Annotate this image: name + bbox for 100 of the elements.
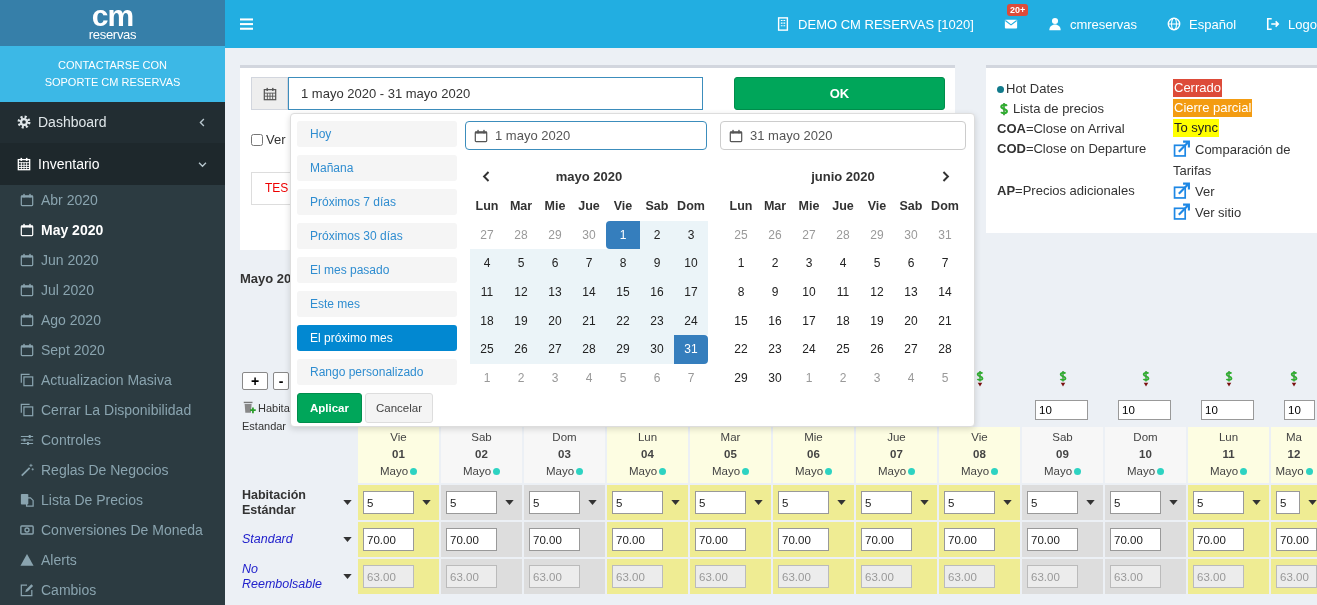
calendar-day[interactable]: 28 bbox=[928, 334, 962, 364]
submenu-item[interactable]: Lista De Precios bbox=[0, 485, 225, 515]
availability-field[interactable]: 5 bbox=[1110, 491, 1161, 514]
calendar-day[interactable]: 30 bbox=[758, 363, 792, 393]
availability-field[interactable]: 5 bbox=[695, 491, 746, 514]
availability-field[interactable]: 5 bbox=[861, 491, 912, 514]
count-field[interactable]: 10 bbox=[1201, 400, 1254, 420]
submenu-item[interactable]: Reglas De Negocios bbox=[0, 455, 225, 485]
range-option[interactable]: El próximo mes bbox=[297, 325, 457, 351]
calendar-day[interactable]: 12 bbox=[504, 277, 538, 307]
add-button[interactable]: + bbox=[242, 371, 268, 390]
caret-icon[interactable] bbox=[754, 500, 763, 505]
calendar-day[interactable]: 11 bbox=[826, 277, 860, 307]
calendar-day[interactable]: 31 bbox=[674, 334, 708, 364]
price-field[interactable]: 70.00 bbox=[363, 528, 414, 551]
legend-link[interactable]: Comparación de Tarifas bbox=[1173, 139, 1305, 181]
calendar-day[interactable]: 18 bbox=[826, 306, 860, 335]
calendar-day[interactable]: 13 bbox=[894, 277, 928, 307]
caret-icon[interactable] bbox=[1252, 500, 1261, 505]
calendar-day[interactable]: 8 bbox=[606, 249, 640, 278]
price-field[interactable]: 70.00 bbox=[1276, 528, 1317, 551]
caret-icon[interactable] bbox=[1003, 500, 1012, 505]
calendar-day[interactable]: 20 bbox=[894, 306, 928, 335]
calendar-day[interactable]: 29 bbox=[724, 363, 758, 393]
submenu-item[interactable]: Jul 2020 bbox=[0, 275, 225, 305]
calendar-day[interactable]: 14 bbox=[928, 277, 962, 307]
calendar-day[interactable]: 7 bbox=[572, 249, 606, 278]
calendar-day[interactable]: 6 bbox=[538, 249, 572, 278]
submenu-item[interactable]: Conversiones De Moneda bbox=[0, 515, 225, 545]
submenu-item[interactable]: Actualizacion Masiva bbox=[0, 365, 225, 395]
calendar-day[interactable]: 16 bbox=[758, 306, 792, 335]
calendar-day[interactable]: 14 bbox=[572, 277, 606, 307]
calendar-day[interactable]: 18 bbox=[470, 306, 504, 335]
caret-icon[interactable] bbox=[343, 537, 352, 542]
calendar-day[interactable]: 9 bbox=[758, 277, 792, 307]
availability-field[interactable]: 5 bbox=[446, 491, 497, 514]
count-field[interactable]: 10 bbox=[1284, 400, 1315, 420]
calendar-addon[interactable] bbox=[251, 77, 288, 110]
calendar-day[interactable]: 22 bbox=[724, 334, 758, 364]
menu-item[interactable]: Dashboard bbox=[0, 101, 225, 144]
calendar-day[interactable]: 12 bbox=[860, 277, 894, 307]
calendar-day[interactable]: 10 bbox=[674, 249, 708, 278]
calendar-day[interactable]: 27 bbox=[538, 334, 572, 364]
calendar-day[interactable]: 10 bbox=[792, 277, 826, 307]
count-field[interactable]: 10 bbox=[1118, 400, 1171, 420]
caret-icon[interactable] bbox=[920, 500, 929, 505]
calendar-day[interactable]: 15 bbox=[724, 306, 758, 335]
caret-icon[interactable] bbox=[1308, 500, 1317, 505]
submenu-item[interactable]: Jun 2020 bbox=[0, 245, 225, 275]
calendar-day[interactable]: 5 bbox=[504, 249, 538, 278]
submenu-item[interactable]: Cerrar La Disponibilidad bbox=[0, 395, 225, 425]
calendar-day[interactable]: 8 bbox=[724, 277, 758, 307]
calendar-day[interactable]: 26 bbox=[504, 334, 538, 364]
submenu-item[interactable]: Alerts bbox=[0, 545, 225, 575]
calendar-day[interactable]: 1 bbox=[724, 249, 758, 278]
calendar-day[interactable]: 28 bbox=[572, 334, 606, 364]
caret-icon[interactable] bbox=[422, 500, 431, 505]
calendar-day[interactable]: 26 bbox=[860, 334, 894, 364]
caret-icon[interactable] bbox=[505, 500, 514, 505]
calendar-day[interactable]: 25 bbox=[470, 334, 504, 364]
caret-icon[interactable] bbox=[588, 500, 597, 505]
availability-field[interactable]: 5 bbox=[944, 491, 995, 514]
caret-icon[interactable] bbox=[837, 500, 846, 505]
date-range-field[interactable]: 1 mayo 2020 - 31 mayo 2020 bbox=[288, 77, 703, 110]
caret-icon[interactable] bbox=[343, 574, 352, 579]
calendar-day[interactable]: 7 bbox=[928, 249, 962, 278]
calendar-day[interactable]: 15 bbox=[606, 277, 640, 307]
count-field[interactable]: 10 bbox=[1035, 400, 1088, 420]
remove-button[interactable]: - bbox=[273, 371, 289, 390]
dollar-pin-icon[interactable] bbox=[1288, 368, 1300, 389]
calendar-day[interactable]: 17 bbox=[792, 306, 826, 335]
calendar-day[interactable]: 24 bbox=[674, 306, 708, 335]
calendar-day[interactable]: 4 bbox=[826, 249, 860, 278]
price-field[interactable]: 70.00 bbox=[612, 528, 663, 551]
price-field[interactable]: 70.00 bbox=[778, 528, 829, 551]
cancel-button[interactable]: Cancelar bbox=[365, 393, 434, 423]
price-field[interactable]: 70.00 bbox=[1193, 528, 1244, 551]
calendar-day[interactable]: 24 bbox=[792, 334, 826, 364]
price-field[interactable]: 70.00 bbox=[861, 528, 912, 551]
calendar-day[interactable]: 22 bbox=[606, 306, 640, 335]
calendar-day[interactable]: 16 bbox=[640, 277, 674, 307]
legend-link[interactable]: Ver bbox=[1173, 181, 1215, 202]
price-field[interactable]: 70.00 bbox=[1027, 528, 1078, 551]
end-date-field[interactable]: 31 mayo 2020 bbox=[720, 121, 966, 150]
price-field[interactable]: 70.00 bbox=[1110, 528, 1161, 551]
calendar-day[interactable]: 3 bbox=[674, 220, 708, 250]
caret-icon[interactable] bbox=[1086, 500, 1095, 505]
start-date-field[interactable]: 1 mayo 2020 bbox=[465, 121, 707, 150]
calendar-day[interactable]: 21 bbox=[928, 306, 962, 335]
legend-link[interactable]: Ver sitio bbox=[1173, 202, 1242, 223]
menu-icon[interactable] bbox=[240, 18, 253, 30]
submenu-item[interactable]: May 2020 bbox=[0, 215, 225, 245]
availability-field[interactable]: 5 bbox=[778, 491, 829, 514]
calendar-day[interactable]: 20 bbox=[538, 306, 572, 335]
calendar-day[interactable]: 6 bbox=[894, 249, 928, 278]
calendar-day[interactable]: 3 bbox=[792, 249, 826, 278]
calendar-day[interactable]: 9 bbox=[640, 249, 674, 278]
submenu-item[interactable]: Sept 2020 bbox=[0, 335, 225, 365]
availability-field[interactable]: 5 bbox=[1193, 491, 1244, 514]
availability-field[interactable]: 5 bbox=[612, 491, 663, 514]
